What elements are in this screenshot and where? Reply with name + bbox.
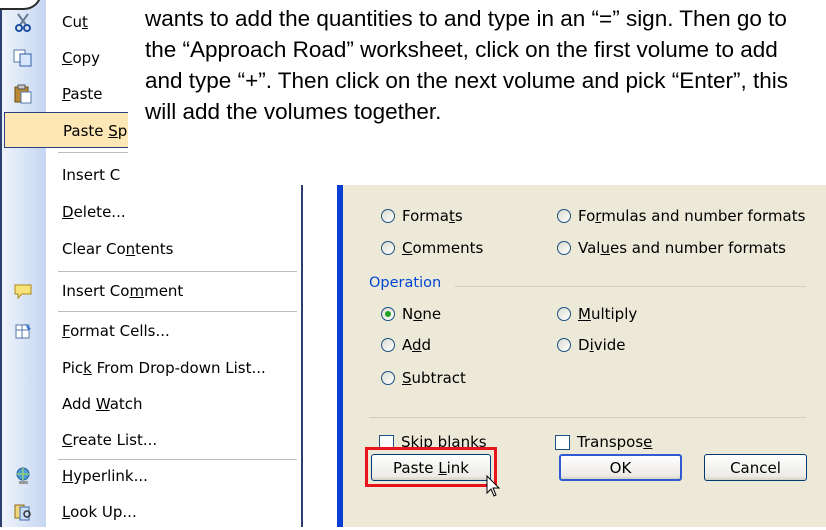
research-icon (13, 502, 33, 522)
radio-label: Multiply (578, 305, 638, 323)
radio-formulas-number-formats[interactable]: Formulas and number formats (557, 207, 805, 225)
menu-item-clear-contents[interactable]: Clear Contents (2, 231, 301, 267)
hyperlink-icon (13, 466, 33, 486)
menu-item-label: Pick From Drop-down List... (62, 359, 266, 377)
menu-item-label: Paste Sp (63, 122, 128, 140)
radio-button[interactable] (381, 338, 395, 352)
menu-item-label: Hyperlink... (62, 467, 148, 485)
menu-item-label: Copy (62, 49, 101, 67)
radio-comments[interactable]: Comments (381, 239, 483, 257)
operation-group-title: Operation (369, 275, 442, 291)
radio-none[interactable]: None (381, 305, 441, 323)
format-cells-icon (13, 321, 33, 341)
checkbox-label: Transpose (577, 433, 653, 451)
menu-item-label: Look Up... (62, 503, 137, 521)
radio-formats[interactable]: Formats (381, 207, 463, 225)
radio-label: Formulas and number formats (578, 207, 806, 225)
radio-label: Add (402, 336, 432, 354)
menu-item-label: Insert C (62, 166, 121, 184)
menu-item-create-list[interactable]: Create List... (2, 422, 301, 458)
radio-label: Comments (402, 239, 484, 257)
radio-multiply[interactable]: Multiply (557, 305, 637, 323)
menu-item-delete[interactable]: Delete... (2, 194, 301, 230)
radio-button[interactable] (381, 241, 395, 255)
mouse-pointer-icon (486, 474, 502, 503)
radio-label: Subtract (402, 369, 466, 387)
scissors-icon (13, 12, 33, 32)
ok-button[interactable]: OK (559, 454, 682, 481)
instruction-callout: wants to add the quantities to and type … (128, 0, 818, 185)
menu-item-insert-comment[interactable]: Insert Comment (2, 273, 301, 309)
menu-item-format-cells[interactable]: Format Cells... (2, 313, 301, 349)
radio-label: Values and number formats (578, 239, 786, 257)
cancel-button[interactable]: Cancel (704, 454, 807, 481)
radio-button[interactable] (381, 209, 395, 223)
radio-values-number-formats[interactable]: Values and number formats (557, 239, 786, 257)
radio-button[interactable] (557, 209, 571, 223)
menu-item-label: Format Cells... (62, 322, 170, 340)
menu-separator (58, 311, 297, 312)
menu-item-pick-from-list[interactable]: Pick From Drop-down List... (2, 350, 301, 386)
menu-item-label: Cut (62, 13, 88, 31)
button-label: Cancel (730, 458, 781, 477)
menu-item-label: Insert Comment (62, 282, 184, 300)
radio-button[interactable] (557, 307, 571, 321)
group-divider (455, 286, 806, 287)
menu-item-label: Paste (62, 85, 103, 103)
radio-subtract[interactable]: Subtract (381, 369, 466, 387)
radio-divide[interactable]: Divide (557, 336, 626, 354)
section-divider (369, 417, 806, 418)
radio-add[interactable]: Add (381, 336, 431, 354)
radio-button-selected[interactable] (381, 307, 395, 321)
paste-special-dialog: Formats Formulas and number formats Comm… (337, 185, 826, 527)
menu-item-hyperlink[interactable]: Hyperlink... (2, 458, 301, 494)
paste-icon (13, 84, 33, 104)
radio-button[interactable] (381, 371, 395, 385)
menu-separator (58, 271, 297, 272)
callout-text: wants to add the quantities to and type … (145, 6, 789, 124)
radio-button[interactable] (557, 241, 571, 255)
menu-item-label: Create List... (62, 431, 158, 449)
copy-icon (13, 48, 33, 68)
radio-label: Divide (578, 336, 626, 354)
menu-item-label: Clear Contents (62, 240, 174, 258)
menu-item-label: Delete... (62, 203, 126, 221)
highlight-box (365, 447, 497, 487)
radio-label: Formats (402, 207, 463, 225)
menu-item-look-up[interactable]: Look Up... (2, 494, 301, 530)
radio-button[interactable] (557, 338, 571, 352)
radio-label: None (402, 305, 442, 323)
insert-comment-icon (13, 281, 33, 301)
checkbox-transpose[interactable]: Transpose (555, 433, 652, 451)
checkbox[interactable] (555, 434, 570, 450)
button-label: OK (609, 458, 632, 477)
menu-item-add-watch[interactable]: Add Watch (2, 386, 301, 422)
menu-item-label: Add Watch (62, 395, 143, 413)
